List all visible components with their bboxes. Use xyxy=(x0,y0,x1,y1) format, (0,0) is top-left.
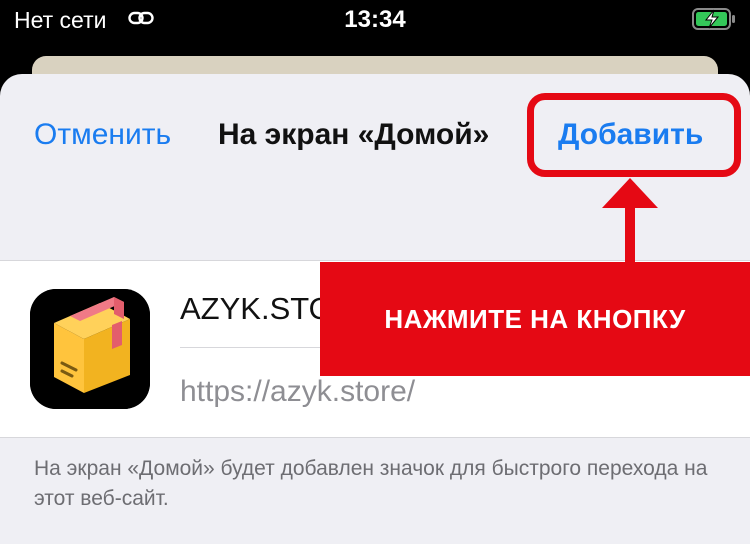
footnote-text: На экран «Домой» будет добавлен значок д… xyxy=(34,457,708,510)
status-bar: Нет сети 13:34 xyxy=(0,0,750,40)
clock: 13:34 xyxy=(344,6,406,33)
battery-charging-icon xyxy=(692,8,735,30)
app-url: https://azyk.store/ xyxy=(180,375,416,408)
add-button-highlight xyxy=(527,93,741,177)
instruction-banner: НАЖМИТЕ НА КНОПКУ xyxy=(320,262,750,376)
arrow-up-icon xyxy=(602,178,658,268)
sheet-title: На экран «Домой» xyxy=(218,118,490,151)
box-package-icon xyxy=(30,289,150,409)
cancel-button[interactable]: Отменить xyxy=(34,118,171,152)
